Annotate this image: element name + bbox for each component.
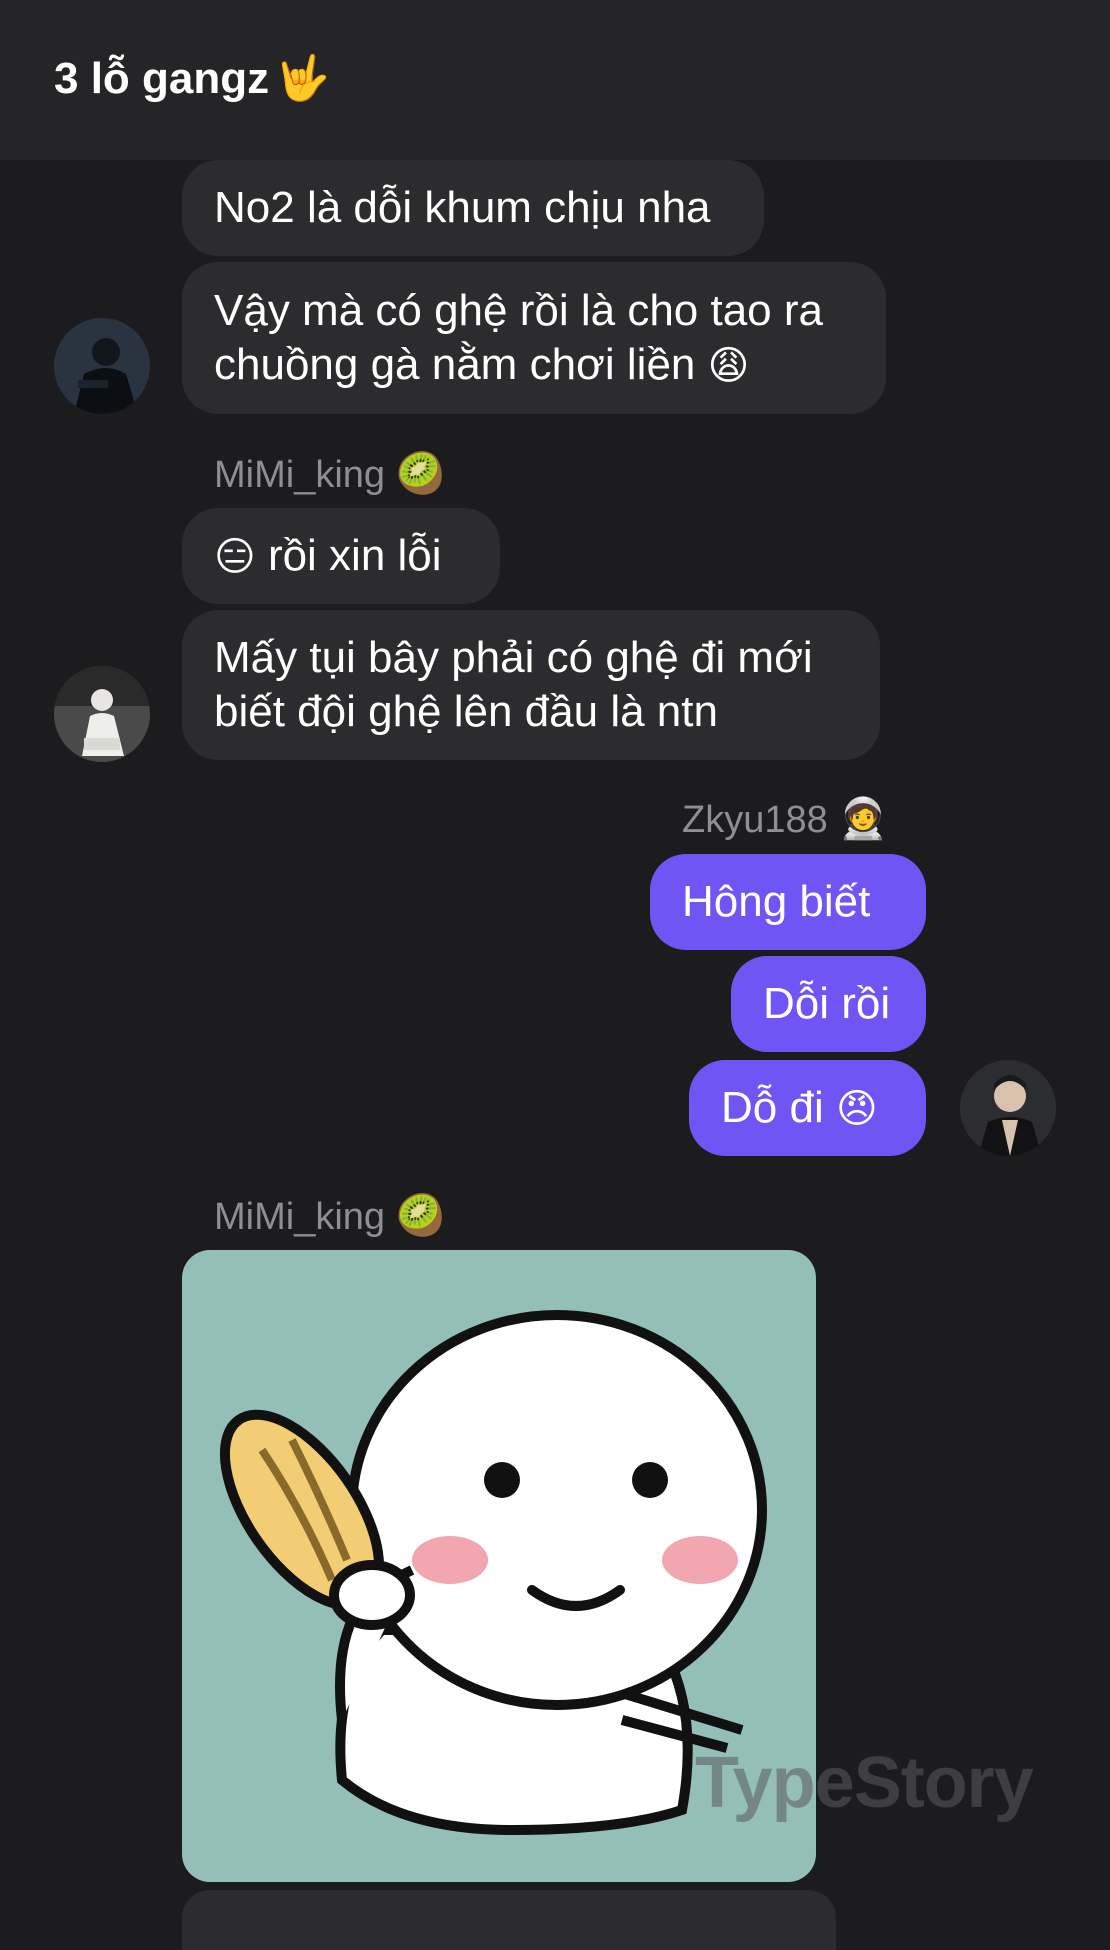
expressionless-face-emoji: 😑 xyxy=(214,534,256,579)
message-bubble-partial[interactable] xyxy=(182,1890,836,1950)
chat-title-text: 3 lỗ gangz xyxy=(54,54,270,103)
message-bubble[interactable]: No2 là dỗi khum chịu nha xyxy=(182,160,764,256)
message-text: Hông biết xyxy=(682,877,871,926)
message-text: Dỗ đi xyxy=(721,1082,824,1132)
message-text-line: chuồng gà nằm chơi liền xyxy=(214,339,696,389)
sender-name: MiMi_king 🥝 xyxy=(214,450,445,497)
message-text-line: biết đội ghệ lên đầu là ntn xyxy=(214,687,718,736)
chat-title[interactable]: 3 lỗ gangz 🤟 xyxy=(54,52,330,104)
kiwi-emoji: 🥝 xyxy=(395,452,446,496)
kiwi-emoji: 🥝 xyxy=(395,1194,446,1238)
angry-face-emoji: 😠 xyxy=(835,1086,878,1131)
astronaut-emoji: 🧑‍🚀 xyxy=(838,797,889,841)
sender-name-text: MiMi_king xyxy=(214,1196,386,1238)
avatar-friend-1[interactable] xyxy=(54,318,150,414)
sender-name-text: MiMi_king xyxy=(214,454,386,496)
message-text-line: Mấy tụi bây phải có ghệ đi mới xyxy=(214,633,813,682)
chat-header: 3 lỗ gangz 🤟 xyxy=(0,0,1110,160)
sender-name: MiMi_king 🥝 xyxy=(214,1192,445,1239)
sender-name: Zkyu188 🧑‍🚀 xyxy=(682,795,888,842)
rock-hand-emoji: 🤟 xyxy=(275,54,330,103)
message-text: Dỗi rồi xyxy=(763,979,891,1028)
message-bubble[interactable]: Vậy mà có ghệ rồi là cho tao ra chuồng g… xyxy=(182,262,886,414)
sender-name-text: Zkyu188 xyxy=(682,799,828,841)
my-message-bubble[interactable]: Hông biết xyxy=(650,854,926,950)
avatar-friend-2[interactable] xyxy=(54,666,150,762)
typestory-watermark: TypeStory xyxy=(695,1743,1034,1823)
message-text: rồi xin lỗi xyxy=(267,530,442,580)
my-message-bubble[interactable]: Dỗi rồi xyxy=(731,956,926,1052)
message-text: No2 là dỗi khum chịu nha xyxy=(214,183,711,232)
weary-face-emoji: 😩 xyxy=(707,343,750,388)
my-message-bubble[interactable]: Dỗ đi 😠 xyxy=(689,1060,926,1156)
message-bubble[interactable]: Mấy tụi bây phải có ghệ đi mới biết đội … xyxy=(182,610,880,760)
message-bubble[interactable]: 😑 rồi xin lỗi xyxy=(182,508,500,604)
avatar-me[interactable] xyxy=(960,1060,1056,1156)
message-text-line: Vậy mà có ghệ rồi là cho tao ra xyxy=(214,285,823,335)
